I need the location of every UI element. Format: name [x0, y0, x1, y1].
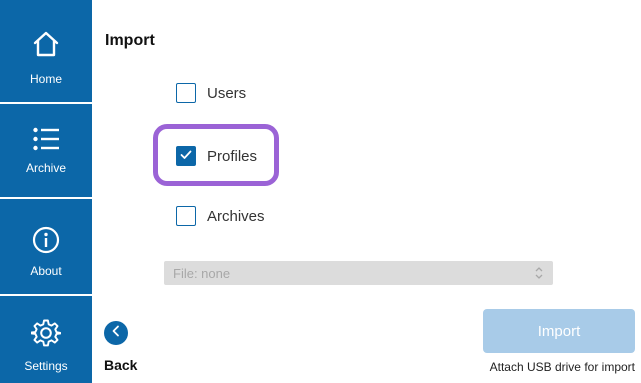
list-icon: [32, 126, 60, 157]
option-users[interactable]: Users: [176, 83, 246, 103]
sidebar-item-home[interactable]: Home: [0, 0, 92, 102]
import-button[interactable]: Import: [483, 309, 635, 353]
sidebar-item-archive[interactable]: Archive: [0, 104, 92, 197]
file-select: File: none: [164, 261, 553, 285]
import-hint: Attach USB drive for import: [489, 360, 635, 374]
option-label: Profiles: [207, 147, 258, 165]
users-checkbox[interactable]: [176, 83, 196, 103]
sidebar-item-settings[interactable]: Settings: [0, 296, 92, 383]
option-label: Users: [207, 84, 247, 102]
sidebar: Home Archive About Settings: [0, 0, 92, 383]
sidebar-item-label: Archive: [25, 161, 66, 175]
sidebar-item-label: Settings: [24, 359, 68, 373]
checkmark-icon: [180, 147, 192, 165]
profiles-checkbox[interactable]: [176, 146, 196, 166]
page-title: Import: [105, 32, 155, 49]
chevron-left-icon: [111, 324, 121, 342]
info-icon: [32, 226, 60, 259]
option-profiles[interactable]: Profiles: [176, 146, 257, 166]
sidebar-item-label: About: [30, 264, 62, 278]
option-label: Archives: [207, 207, 265, 225]
back-label[interactable]: Back: [104, 357, 137, 373]
archives-checkbox[interactable]: [176, 206, 196, 226]
option-archives[interactable]: Archives: [176, 206, 265, 226]
gear-icon: [30, 318, 62, 353]
back-button[interactable]: [104, 321, 128, 345]
select-arrows-icon: [535, 266, 543, 283]
home-icon: [32, 30, 60, 63]
sidebar-item-about[interactable]: About: [0, 199, 92, 294]
file-select-value: File: none: [173, 265, 231, 281]
sidebar-item-label: Home: [29, 72, 62, 86]
